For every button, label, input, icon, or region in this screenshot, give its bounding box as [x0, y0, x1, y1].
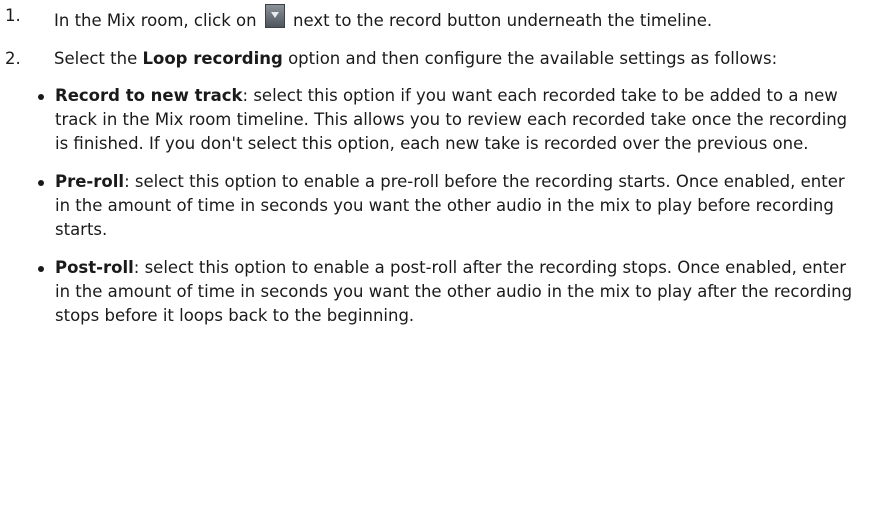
- step-2: 2. Select the Loop recording option and …: [0, 47, 877, 71]
- bullet-icon: [38, 180, 44, 186]
- list-item: Pre-roll: select this option to enable a…: [0, 170, 877, 242]
- option-term: Record to new track: [55, 86, 243, 105]
- list-item: Post-roll: select this option to enable …: [0, 256, 877, 328]
- step-text: next to the record button underneath the…: [287, 11, 713, 30]
- bullet-icon: [38, 94, 44, 100]
- step-text: option and then configure the available …: [282, 49, 778, 68]
- step-text: Select the: [54, 49, 143, 68]
- step-number: 1.: [5, 6, 21, 25]
- option-term: Post-roll: [55, 258, 134, 277]
- step-number: 2.: [5, 49, 21, 68]
- option-name: Loop recording: [142, 49, 283, 68]
- instructions-document: 1. In the Mix room, click on next to the…: [0, 0, 877, 328]
- option-description: : select this option to enable a pre-rol…: [55, 172, 845, 239]
- options-list: Record to new track : select this option …: [0, 84, 877, 328]
- dropdown-arrow-icon: [264, 4, 285, 28]
- step-text: In the Mix room, click on: [54, 11, 262, 30]
- bullet-icon: [38, 266, 44, 272]
- list-item: Record to new track: select this option …: [0, 84, 877, 156]
- option-term: Pre-roll: [55, 172, 125, 191]
- step-1: 1. In the Mix room, click on next to the…: [0, 4, 877, 33]
- option-description: : select this option to enable a post-ro…: [55, 258, 853, 325]
